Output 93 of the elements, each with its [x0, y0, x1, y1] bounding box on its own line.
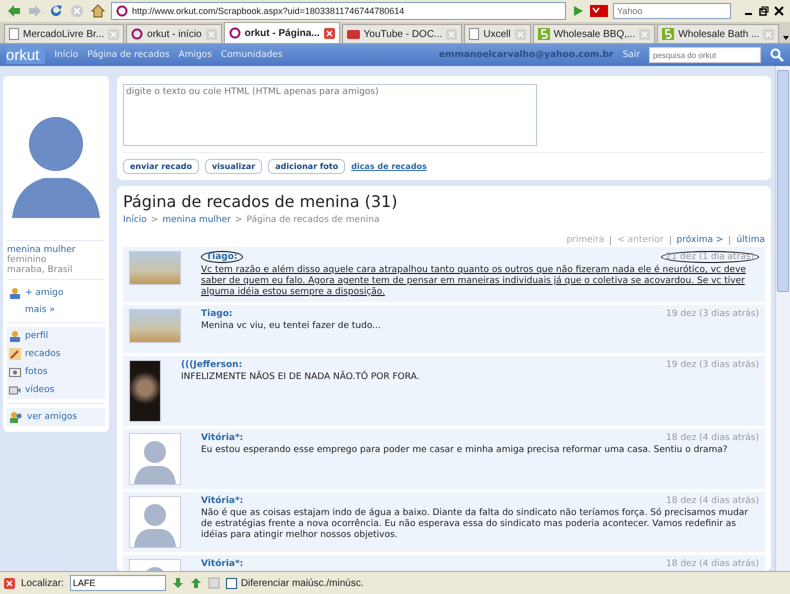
composer-button[interactable]: visualizar: [204, 159, 262, 174]
site-logo[interactable]: orkut: [6, 46, 46, 64]
breadcrumb-link[interactable]: Início: [123, 215, 147, 225]
scrap-author-link[interactable]: Vitória*:: [201, 496, 244, 506]
reload-icon[interactable]: [48, 3, 64, 19]
back-icon[interactable]: [6, 3, 22, 19]
browser-tab[interactable]: MercadoLivre Br...: [4, 24, 124, 43]
avatar-silhouette-icon[interactable]: [129, 433, 181, 485]
scrap-author-link[interactable]: Tiago:: [201, 251, 243, 263]
breadcrumb-current: Página de recados de menina: [246, 215, 380, 225]
avatar-silhouette-icon[interactable]: [129, 496, 181, 548]
search-field[interactable]: pesquisa do orkut: [649, 47, 761, 63]
pagination-link[interactable]: próxima >: [676, 235, 724, 245]
composer-button[interactable]: adicionar foto: [268, 159, 346, 174]
logout-link[interactable]: Sair: [622, 50, 640, 60]
forward-icon[interactable]: [27, 3, 43, 19]
address-field[interactable]: http://www.orkut.com/Scrapbook.aspx?uid=18033811746744780614: [111, 2, 566, 20]
restore-icon[interactable]: [759, 6, 769, 16]
scrap-author-link[interactable]: Tiago:: [201, 309, 233, 319]
stop-icon[interactable]: [69, 3, 85, 19]
browser-tab[interactable]: orkut - Página...: [224, 22, 340, 43]
scrap-text: Não é que as coisas estajam indo de água a baixo. Diante da falta do sindicato não teríamos força. Só precisamos mudar de estratégias frente a nova ocorrência. Eu não esperava essa do sindicato mas poderia acontecer. Vamos redefinir as idéias para atingir melhor nossos objetivos.: [201, 508, 750, 541]
down-arrow-icon[interactable]: [172, 577, 184, 589]
scrap-date: 18 dez (4 dias atrás): [666, 559, 759, 569]
number-icon: [662, 28, 674, 40]
site-icon: [131, 28, 144, 40]
browser-tab[interactable]: YouTube - DOC...: [342, 24, 462, 43]
browser-tab[interactable]: Wholesale Bath ...: [657, 24, 780, 43]
site-icon: [116, 5, 128, 17]
scrap-author-link[interactable]: (((Jefferson:: [181, 360, 242, 370]
composer-button[interactable]: enviar recado: [123, 159, 199, 174]
nav-link[interactable]: Página de recados: [87, 50, 170, 60]
pencil-icon: [9, 348, 21, 360]
scrap-author-link[interactable]: Vitória*:: [201, 559, 244, 569]
scrap-text: Eu estou esperando esse emprego para poder me casar e minha amiga precisa reformar uma casa. Sentiu o drama?: [201, 445, 729, 456]
search-field[interactable]: Yahoo: [613, 3, 731, 19]
site-icon: [228, 27, 241, 39]
breadcrumb-separator: >: [234, 215, 242, 225]
profile-location: maraba, Brasil: [7, 265, 74, 275]
profile-menu-item[interactable]: vídeos: [7, 381, 105, 399]
photo-placeholder[interactable]: [129, 360, 161, 422]
scrap-date: 21 dez (1 dia atrás): [660, 251, 759, 263]
pagination-link: primeira: [566, 235, 604, 245]
tv-icon: [346, 28, 360, 40]
home-icon[interactable]: [90, 3, 106, 19]
profile-menu-item[interactable]: fotos: [7, 363, 105, 381]
see-friends-link[interactable]: ver amigos: [7, 408, 105, 426]
scrap-text: Vc tem razão e além disso aquele cara atrapalhou tanto quanto os outros que não fizeram nada ele é neurótico, vc deve saber de quem eu falo. Agora agente tem de pensar em maneiras individuais já que o coletiva se acovardou. Se vc tiver alguma idéia estou sempre a disposição.: [201, 265, 747, 298]
nav-link[interactable]: Comunidades: [220, 50, 283, 60]
scrollbar[interactable]: [775, 66, 790, 571]
browser-tab[interactable]: Wholesale BBQ,...: [532, 24, 656, 43]
profile-menu-item[interactable]: recados: [7, 345, 105, 363]
scrap-date: 18 dez (4 dias atrás): [666, 433, 759, 443]
scrap-date: 18 dez (4 dias atrás): [666, 496, 759, 506]
search-icon[interactable]: [770, 48, 784, 62]
scrap-tips-link[interactable]: dicas de recados: [351, 162, 427, 171]
person-icon: [9, 287, 21, 299]
scrap-input-field[interactable]: digite o texto ou cole HTML (HTML apenas para amigos): [123, 84, 537, 146]
scrap-text: INFELIZMENTE NÃOS EI DE NADA NÃO.TÔ POR FORA.: [181, 372, 420, 383]
people-icon: [9, 411, 23, 423]
browser-tab[interactable]: orkut - início: [126, 24, 222, 43]
find-label: Localizar:: [21, 578, 64, 588]
pagination-link: < anterior: [617, 235, 664, 245]
profile-gender: feminino: [7, 255, 48, 265]
number-icon: [538, 28, 550, 40]
breadcrumb-link[interactable]: menina mulher: [162, 215, 231, 225]
more-link[interactable]: mais »: [7, 302, 105, 318]
photo-icon: [9, 366, 21, 378]
page-title: Página de recados de menina (31): [123, 192, 398, 211]
scrap-author-link[interactable]: Vitória*:: [201, 433, 244, 443]
find-field[interactable]: LAFE: [70, 575, 166, 591]
breadcrumb-separator: >: [150, 215, 158, 225]
pagination-link[interactable]: última: [736, 235, 765, 245]
nav-link[interactable]: Início: [54, 50, 78, 60]
browser-tab[interactable]: Uxcell: [464, 24, 531, 43]
scrap-date: 19 dez (3 dias atrás): [666, 360, 759, 370]
page-icon: [469, 28, 480, 40]
highlight-icon[interactable]: [208, 577, 220, 589]
search-engine-icon[interactable]: [590, 5, 608, 17]
up-arrow-icon[interactable]: [190, 577, 202, 589]
page-icon: [9, 28, 19, 40]
nav-link[interactable]: Amigos: [178, 50, 212, 60]
go-icon[interactable]: [571, 4, 585, 18]
camera-icon: [9, 384, 21, 396]
profile-menu-item[interactable]: perfil: [7, 327, 105, 345]
match-case-checkbox[interactable]: Diferenciar maiúsc./minúsc.: [226, 578, 364, 588]
user-email: emmanoelcarvalho@yahoo.com.br: [439, 50, 614, 60]
close-icon[interactable]: [774, 6, 784, 16]
add-friend-link[interactable]: + amigo: [7, 284, 105, 302]
scrap-date: 19 dez (3 dias atrás): [666, 309, 759, 319]
person-icon: [9, 330, 21, 342]
scrap-text: Menina vc viu, eu tentei fazer de tudo...: [201, 321, 382, 332]
profile-name-link[interactable]: menina mulher: [7, 245, 105, 255]
